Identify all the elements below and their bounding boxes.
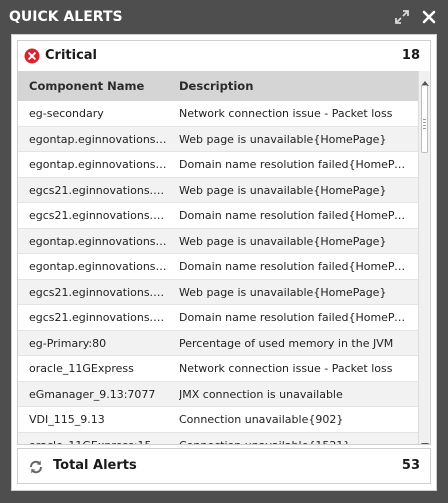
total-alerts-count: 53 — [401, 458, 420, 473]
component-name-cell: eGmanager_9.13:7077 — [29, 387, 156, 401]
table-row[interactable]: egcs21.eginnovations.com Domain name reso… — [18, 203, 418, 229]
grip-icon — [423, 114, 426, 129]
component-name-cell: eg-secondary — [29, 107, 104, 120]
description-cell: Domain name resolution failed{HomePage} — [179, 209, 411, 222]
table-row[interactable]: egontap.eginnovations.com Web page is una… — [18, 126, 418, 152]
component-name-cell: egontap.eginnovations.com — [29, 234, 169, 248]
table-row[interactable]: egontap.eginnovations.com Domain name res… — [18, 254, 418, 280]
component-name-cell: eg-Primary:80 — [29, 336, 107, 350]
vertical-scrollbar[interactable] — [418, 71, 430, 444]
table-row[interactable]: egcs21.eginnovations.com Web page is unav… — [18, 279, 418, 305]
table-row[interactable]: eGmanager_9.13:7077 JMX connection is una… — [18, 381, 418, 407]
component-name-cell: egcs21.eginnovations.com — [29, 311, 169, 324]
description-cell: Web page is unavailable{HomePage} — [179, 132, 387, 146]
description-cell: Domain name resolution failed{HomePage} — [179, 260, 411, 273]
severity-header[interactable]: Critical 18 — [18, 41, 430, 71]
component-name-cell: egontap.eginnovations.com — [29, 132, 169, 146]
table-row[interactable]: egcs21.eginnovations.com Domain name reso… — [18, 305, 418, 331]
description-cell: Network connection issue - Packet loss — [179, 362, 393, 375]
table-row[interactable]: oracle_11GExpress:15 Connection unavailab… — [18, 432, 418, 445]
table-row[interactable]: egcs21.eginnovations.com Web page is unav… — [18, 177, 418, 203]
scrollbar-thumb[interactable] — [421, 85, 428, 153]
component-name-cell: VDI_115_9.13 — [29, 413, 105, 426]
component-name-cell: egcs21.eginnovations.com — [29, 183, 169, 197]
window-title: QUICK ALERTS — [9, 9, 123, 25]
component-name-cell: egcs21.eginnovations.com — [29, 285, 169, 299]
table-row[interactable]: egontap.eginnovations.com Web page is una… — [18, 228, 418, 254]
column-header-description[interactable]: Description — [179, 79, 253, 93]
close-icon[interactable] — [421, 9, 437, 25]
expand-icon[interactable] — [394, 9, 410, 25]
component-name-cell: egontap.eginnovations.com — [29, 158, 169, 171]
component-name-cell: egcs21.eginnovations.com — [29, 209, 169, 222]
description-cell: Network connection issue - Packet loss — [179, 107, 393, 120]
description-cell: Domain name resolution failed{HomePage} — [179, 311, 411, 324]
table-row[interactable]: VDI_115_9.13 Connection unavailable{902} — [18, 407, 418, 433]
description-cell: Connection unavailable{1521} — [179, 439, 411, 445]
scroll-down-icon[interactable] — [421, 434, 429, 444]
description-cell: Percentage of used memory in the JVM — [179, 336, 394, 350]
table-row[interactable]: egontap.eginnovations.com Domain name res… — [18, 152, 418, 178]
description-cell: Domain name resolution failed{HomePage} — [179, 158, 411, 171]
severity-count: 18 — [401, 48, 420, 63]
total-alerts-bar: Total Alerts 53 — [17, 448, 431, 484]
component-name-cell: oracle_11GExpress — [29, 362, 134, 375]
table-row[interactable]: eg-secondary Network connection issue - P… — [18, 101, 418, 127]
description-cell: Web page is unavailable{HomePage} — [179, 234, 387, 248]
column-header-component[interactable]: Component Name — [29, 79, 144, 93]
alerts-table-body: eg-secondary Network connection issue - P… — [18, 101, 418, 444]
description-cell: Web page is unavailable{HomePage} — [179, 183, 387, 197]
refresh-icon[interactable] — [28, 459, 44, 475]
total-alerts-label: Total Alerts — [53, 458, 137, 473]
description-cell: JMX connection is unavailable — [179, 387, 343, 401]
window-titlebar: QUICK ALERTS — [0, 0, 448, 34]
description-cell: Connection unavailable{902} — [179, 413, 344, 426]
description-cell: Web page is unavailable{HomePage} — [179, 285, 387, 299]
scroll-up-icon[interactable] — [421, 73, 429, 86]
severity-label: Critical — [45, 48, 98, 63]
component-name-cell: egontap.eginnovations.com — [29, 260, 169, 273]
critical-alerts-section: Critical 18 Component Name Description e… — [17, 40, 431, 445]
alerts-panel: Critical 18 Component Name Description e… — [11, 34, 437, 491]
table-row[interactable]: oracle_11GExpress Network connection issu… — [18, 356, 418, 382]
critical-icon — [24, 48, 40, 64]
table-header: Component Name Description — [18, 71, 418, 101]
table-row[interactable]: eg-Primary:80 Percentage of used memory i… — [18, 330, 418, 356]
component-name-cell: oracle_11GExpress:15 — [29, 439, 169, 445]
